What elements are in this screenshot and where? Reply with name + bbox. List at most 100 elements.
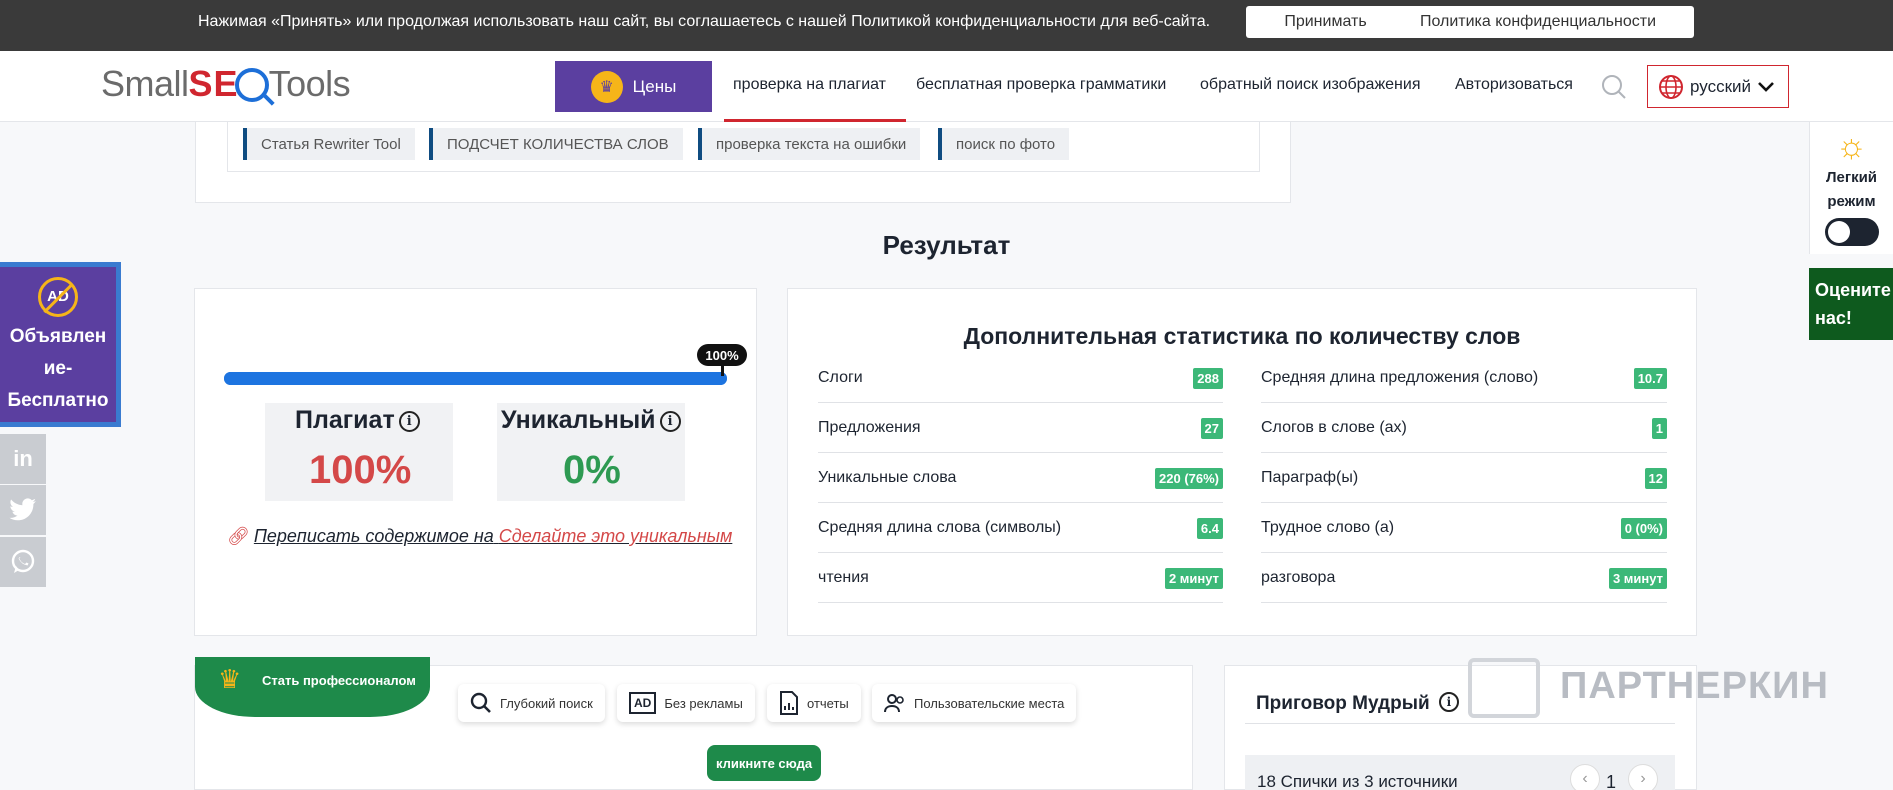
cookie-policy-button[interactable]: Политика конфиденциальности (1382, 6, 1694, 38)
plagiarism-label: Плагиат i (295, 406, 420, 435)
stat-value-badge: 220 (76%) (1155, 467, 1223, 489)
no-ad-icon: AD (38, 277, 78, 317)
stat-value-badge: 0 (0%) (1620, 517, 1667, 539)
stat-row: Слогов в слове (ах) 1 (1261, 404, 1667, 453)
pager-prev-button[interactable]: ‹ (1570, 764, 1600, 790)
stat-label: разговора (1261, 569, 1336, 586)
verdict-text: 18 Спички из 3 источники (1257, 772, 1458, 790)
plagiarism-label-text: Плагиат (295, 406, 395, 434)
logo-small: Small (101, 63, 189, 104)
progress-bar (224, 372, 727, 385)
theme-panel: ☼ Легкий режим (1809, 122, 1893, 254)
stat-label: Слоги (818, 369, 863, 386)
stats-title: Дополнительная статистика по количеству … (963, 323, 1521, 349)
stat-value-badge: 27 (1200, 417, 1223, 439)
twitter-icon[interactable] (0, 485, 46, 535)
nav-login[interactable]: Авторизоваться (1455, 76, 1573, 94)
report-icon (780, 691, 798, 715)
info-icon[interactable]: i (659, 411, 681, 432)
site-header: SmallSE Tools ♛ Цены проверка на плагиат … (0, 51, 1893, 122)
language-selector[interactable]: русский (1647, 65, 1789, 108)
rate-us-button[interactable]: Оцените нас! (1809, 268, 1893, 340)
crown-icon: ♛ (218, 664, 242, 694)
search-icon[interactable] (1601, 74, 1627, 100)
tool-chip-rewriter[interactable]: Статья Rewriter Tool (243, 128, 415, 160)
progress-fill (224, 372, 727, 385)
feature-user-seats: Пользовательские места (872, 684, 1077, 722)
theme-toggle[interactable] (1824, 218, 1879, 246)
stat-label: Предложения (818, 419, 921, 436)
stat-value-badge: 12 (1644, 467, 1667, 489)
unique-label-text: Уникальный (501, 406, 656, 434)
stat-label: Параграф(ы) (1261, 469, 1359, 486)
stat-label: Средняя длина слова (символы) (818, 519, 1062, 536)
feature-label: Без рекламы (664, 695, 743, 711)
logo-tools: Tools (268, 63, 351, 104)
feature-label: Глубокий поиск (500, 695, 593, 711)
free-ad-banner[interactable]: AD Объявлен ие- Бесплатно (0, 262, 121, 427)
watermark-logo-icon (1468, 658, 1540, 718)
stat-value-badge: 10.7 (1633, 367, 1667, 389)
language-label: русский (1690, 76, 1752, 96)
magnifier-icon (234, 68, 269, 102)
stat-row: чтения 2 минут (818, 554, 1223, 603)
nav-reverse-image[interactable]: обратный поиск изображения (1200, 76, 1421, 94)
rewrite-line: 🔗︎ Переписать содержимое на Сделайте это … (227, 526, 732, 547)
crown-icon: ♛ (590, 70, 623, 103)
pricing-label: Цены (632, 76, 677, 96)
unique-value: 0% (563, 448, 621, 492)
pager-number: 1 (1606, 772, 1617, 790)
result-title: Результат (882, 230, 1011, 260)
stat-row: Предложения 27 (818, 404, 1223, 453)
watermark: ПАРТНЕРКИН (1560, 665, 1829, 707)
site-logo[interactable]: SmallSE Tools (101, 63, 351, 105)
stat-label: Средняя длина предложения (слово) (1261, 369, 1539, 386)
twitter-bird-glyph (9, 498, 36, 521)
stat-row: Параграф(ы) 12 (1261, 454, 1667, 503)
theme-label: Легкий режим (1825, 169, 1878, 210)
nav-grammar[interactable]: бесплатная проверка грамматики (916, 76, 1166, 94)
pager-next-button[interactable]: › (1628, 764, 1658, 790)
stat-label: чтения (818, 569, 869, 586)
stat-row: Средняя длина предложения (слово) 10.7 (1261, 354, 1667, 403)
pricing-button[interactable]: ♛ Цены (555, 61, 712, 112)
sun-icon: ☼ (1835, 127, 1868, 165)
tool-chip-photo-search[interactable]: поиск по фото (938, 128, 1070, 160)
cookie-bar: Нажимая «Принять» или продолжая использо… (0, 0, 1893, 51)
feature-deep-search: Глубокий поиск (458, 684, 605, 722)
stat-row: Слоги 288 (818, 354, 1223, 403)
stat-value-badge: 6.4 (1196, 517, 1223, 539)
verdict-title: Приговор Мудрый i (1256, 692, 1459, 715)
tool-chip-word-count[interactable]: ПОДСЧЕТ КОЛИЧЕСТВА СЛОВ (429, 128, 683, 160)
rewrite-link[interactable]: Сделайте это уникальным (499, 526, 733, 546)
logo-seo: SE (188, 63, 239, 104)
feature-reports: отчеты (767, 684, 861, 722)
stat-label: Уникальные слова (818, 469, 957, 486)
stat-row: Трудное слово (а) 0 (0%) (1261, 504, 1667, 553)
verdict-title-text: Приговор Мудрый (1256, 693, 1430, 714)
pro-banner-text: Стать профессионалом (262, 673, 416, 688)
plagiarism-value: 100% (309, 448, 412, 492)
feature-label: отчеты (807, 695, 849, 711)
divider (1245, 723, 1675, 724)
rewrite-prefix: Переписать содержимое на (253, 526, 494, 546)
ad-block-icon: AD (629, 692, 657, 714)
click-here-button[interactable]: кликните сюда (707, 745, 821, 781)
progress-badge: 100% (697, 344, 747, 366)
stat-label: Слогов в слове (ах) (1261, 419, 1407, 436)
tool-chip-spell-check[interactable]: проверка текста на ошибки (698, 128, 921, 160)
whatsapp-glyph (11, 549, 35, 573)
info-icon[interactable]: i (398, 411, 420, 432)
stat-value-badge: 3 минут (1608, 567, 1667, 589)
stat-row: Средняя длина слова (символы) 6.4 (818, 504, 1223, 553)
feature-no-ads: AD Без рекламы (617, 684, 755, 722)
chevron-down-icon (1758, 81, 1774, 92)
nav-plagiarism[interactable]: проверка на плагиат (733, 76, 886, 94)
linkedin-icon[interactable]: in (0, 434, 46, 484)
whatsapp-icon[interactable] (0, 537, 46, 587)
globe-icon (1659, 74, 1683, 99)
feature-label: Пользовательские места (914, 695, 1065, 711)
stat-label: Трудное слово (а) (1261, 519, 1395, 536)
search-icon (470, 692, 491, 713)
info-icon[interactable]: i (1438, 692, 1459, 712)
